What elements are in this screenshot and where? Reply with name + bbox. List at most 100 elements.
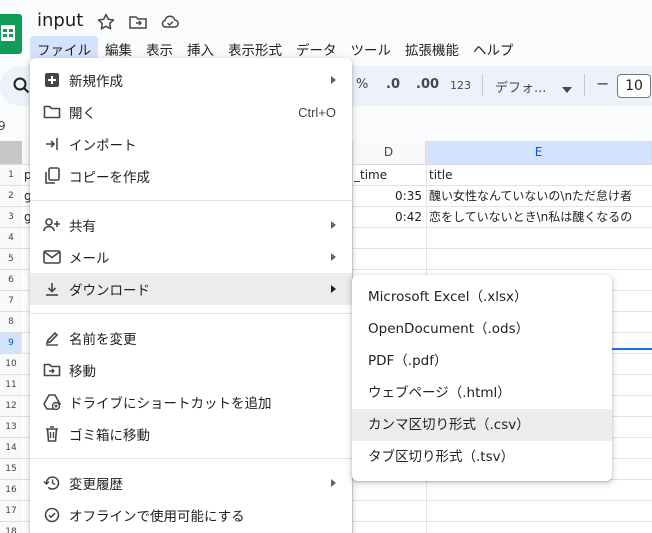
cell-d1[interactable]: _time bbox=[354, 165, 387, 186]
menu-item-open[interactable]: 開く Ctrl+O bbox=[30, 96, 352, 128]
menu-item-version-history[interactable]: 変更履歴 bbox=[30, 467, 352, 499]
menu-item-label: 変更履歴 bbox=[69, 477, 123, 493]
row-header[interactable]: 1 bbox=[0, 165, 22, 186]
name-box[interactable]: 9 bbox=[0, 119, 6, 133]
download-html[interactable]: ウェブページ（.html） bbox=[352, 377, 612, 409]
menu-item-label: 共有 bbox=[69, 219, 96, 235]
menu-item-label: コピーを作成 bbox=[69, 170, 150, 186]
menu-file[interactable]: ファイル bbox=[30, 36, 98, 60]
row-header[interactable]: 14 bbox=[0, 438, 22, 459]
menu-item-make-copy[interactable]: コピーを作成 bbox=[30, 160, 352, 192]
import-icon bbox=[42, 134, 62, 154]
menu-item-offline[interactable]: オフラインで使用可能にする bbox=[30, 499, 352, 531]
submenu-arrow-icon bbox=[331, 253, 336, 261]
decrease-decimal-button[interactable]: .0 bbox=[386, 77, 400, 92]
menu-item-import[interactable]: インポート bbox=[30, 128, 352, 160]
row-header[interactable]: 8 bbox=[0, 312, 22, 333]
download-csv[interactable]: カンマ区切り形式（.csv） bbox=[352, 409, 612, 441]
menu-item-label: ゴミ箱に移動 bbox=[69, 428, 150, 444]
row-header[interactable]: 18 bbox=[0, 522, 22, 533]
menu-item-download[interactable]: ダウンロード bbox=[30, 273, 352, 305]
menu-item-add-shortcut[interactable]: ドライブにショートカットを追加 bbox=[30, 386, 352, 418]
download-tsv[interactable]: タブ区切り形式（.tsv） bbox=[352, 441, 612, 473]
cell-e2[interactable]: 醜い女性なんていないの\nただ怠け者 bbox=[429, 186, 651, 207]
submenu-arrow-icon bbox=[331, 76, 336, 84]
percent-format-button[interactable]: % bbox=[356, 77, 368, 92]
cell-d3[interactable]: 0:42 bbox=[352, 207, 422, 228]
row-header[interactable]: 4 bbox=[0, 228, 22, 249]
cell-e1[interactable]: title bbox=[429, 165, 651, 186]
row-header[interactable]: 10 bbox=[0, 354, 22, 375]
menu-item-label: 開く bbox=[69, 106, 96, 122]
menu-divider bbox=[30, 313, 352, 314]
row-header[interactable]: 3 bbox=[0, 207, 22, 228]
menu-help[interactable]: ヘルプ bbox=[466, 36, 521, 60]
menu-item-trash[interactable]: ゴミ箱に移動 bbox=[30, 418, 352, 450]
menu-extensions[interactable]: 拡張機能 bbox=[398, 36, 466, 60]
offline-icon bbox=[42, 505, 62, 525]
drive-shortcut-icon bbox=[42, 392, 62, 412]
row-header[interactable]: 12 bbox=[0, 396, 22, 417]
row-header[interactable]: 5 bbox=[0, 249, 22, 270]
font-dropdown-icon[interactable] bbox=[562, 82, 572, 97]
menu-item-label: 移動 bbox=[69, 364, 96, 380]
toolbar-divider bbox=[482, 74, 483, 96]
download-ods[interactable]: OpenDocument（.ods） bbox=[352, 313, 612, 345]
number-format-button[interactable]: 123 bbox=[450, 79, 471, 92]
menu-item-label: ダウンロード bbox=[69, 283, 150, 299]
move-folder-icon[interactable] bbox=[128, 12, 148, 32]
menu-divider bbox=[30, 458, 352, 459]
menu-item-label: メール bbox=[69, 251, 110, 267]
trash-icon bbox=[42, 424, 62, 444]
cell-e3[interactable]: 恋をしていないとき\n私は醜くなるの bbox=[429, 207, 651, 228]
menu-format[interactable]: 表示形式 bbox=[221, 36, 289, 60]
download-pdf[interactable]: PDF（.pdf） bbox=[352, 345, 612, 377]
submenu-arrow-icon bbox=[331, 479, 336, 487]
font-size-decrease-button[interactable]: − bbox=[596, 74, 609, 93]
download-icon bbox=[42, 279, 62, 299]
menu-item-new[interactable]: 新規作成 bbox=[30, 64, 352, 96]
row-header[interactable]: 9 bbox=[0, 333, 22, 354]
row-header[interactable]: 2 bbox=[0, 186, 22, 207]
increase-decimal-button[interactable]: .00 bbox=[416, 77, 439, 92]
row-header[interactable]: 6 bbox=[0, 270, 22, 291]
rename-icon bbox=[42, 328, 62, 348]
menu-item-label: 名前を変更 bbox=[69, 332, 137, 348]
menu-item-label: 新規作成 bbox=[69, 74, 123, 90]
folder-open-icon bbox=[42, 102, 62, 122]
menu-item-move[interactable]: 移動 bbox=[30, 354, 352, 386]
menu-edit[interactable]: 編集 bbox=[98, 36, 139, 60]
toolbar-divider bbox=[584, 74, 585, 96]
menu-view[interactable]: 表示 bbox=[139, 36, 180, 60]
copy-icon bbox=[42, 166, 62, 186]
document-title[interactable]: input bbox=[37, 10, 83, 31]
row-header[interactable]: 13 bbox=[0, 417, 22, 438]
menu-item-email[interactable]: メール bbox=[30, 241, 352, 273]
menu-data[interactable]: データ bbox=[289, 36, 344, 60]
menu-tools[interactable]: ツール bbox=[344, 36, 399, 60]
share-icon bbox=[42, 215, 62, 235]
submenu-arrow-icon bbox=[331, 221, 336, 229]
row-header[interactable]: 16 bbox=[0, 480, 22, 501]
sheets-logo[interactable] bbox=[0, 14, 22, 54]
row-header[interactable]: 11 bbox=[0, 375, 22, 396]
row-header[interactable]: 7 bbox=[0, 291, 22, 312]
row-header[interactable]: 17 bbox=[0, 501, 22, 522]
menu-item-rename[interactable]: 名前を変更 bbox=[30, 322, 352, 354]
download-submenu: Microsoft Excel（.xlsx） OpenDocument（.ods… bbox=[352, 275, 612, 481]
select-all-corner[interactable] bbox=[0, 141, 22, 165]
menu-insert[interactable]: 挿入 bbox=[180, 36, 221, 60]
star-icon[interactable] bbox=[96, 12, 116, 32]
submenu-arrow-icon bbox=[331, 285, 336, 293]
cell-d2[interactable]: 0:35 bbox=[352, 186, 422, 207]
font-size-input[interactable]: 10 bbox=[617, 74, 651, 98]
cloud-status-icon[interactable] bbox=[160, 12, 180, 32]
download-xlsx[interactable]: Microsoft Excel（.xlsx） bbox=[352, 281, 612, 313]
menu-item-share[interactable]: 共有 bbox=[30, 209, 352, 241]
font-select[interactable]: デフォ... bbox=[495, 77, 546, 96]
row-header[interactable]: 15 bbox=[0, 459, 22, 480]
column-header-d[interactable]: D bbox=[352, 141, 426, 165]
mail-icon bbox=[42, 247, 62, 267]
column-header-e[interactable]: E bbox=[426, 141, 652, 165]
history-icon bbox=[42, 473, 62, 493]
